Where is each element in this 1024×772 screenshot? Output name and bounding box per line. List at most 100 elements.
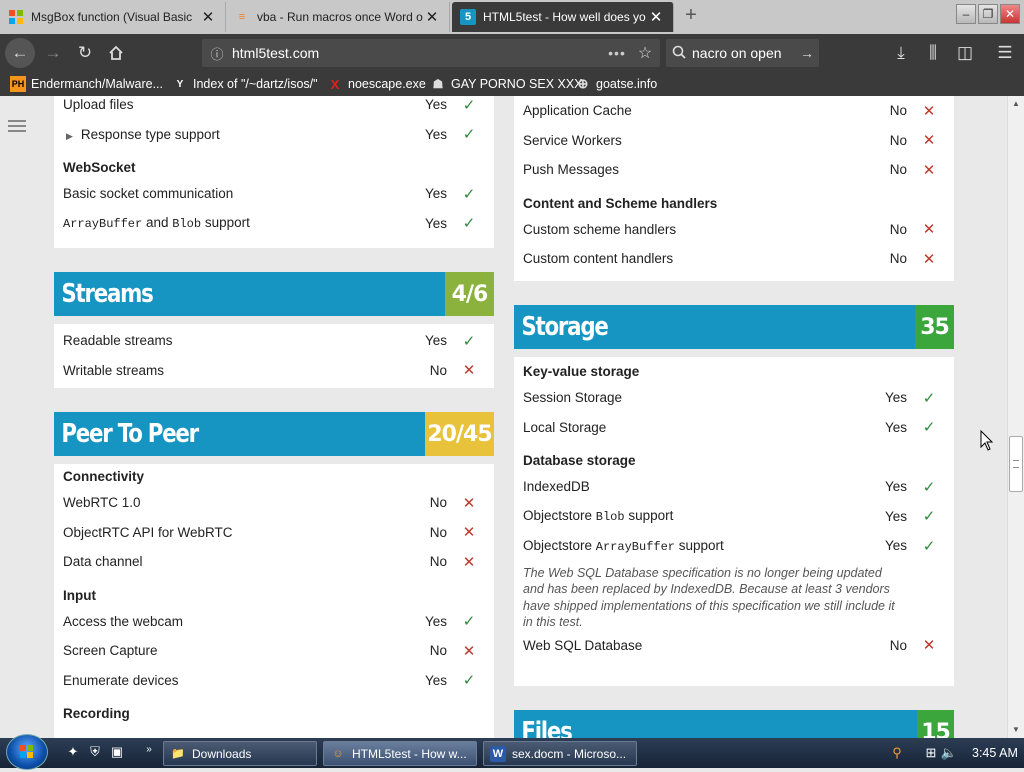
home-button[interactable] (103, 40, 129, 66)
feature-row: Service Workers No ✕ (523, 126, 945, 156)
tab-close-icon[interactable]: ✕ (423, 8, 441, 26)
word-icon: W (490, 745, 506, 762)
check-icon: ✓ (462, 215, 476, 233)
restore-button[interactable]: ❐ (978, 4, 998, 24)
check-icon: ✓ (462, 672, 476, 690)
forward-button[interactable]: → (40, 40, 66, 66)
group-heading: Connectivity (63, 469, 145, 484)
bookmark-star-icon[interactable]: ☆ (630, 43, 660, 63)
feature-label: Objectstore (523, 537, 596, 553)
feature-row: Local Storage Yes ✓ (523, 413, 945, 443)
scrollbar-thumb[interactable] (1009, 436, 1023, 492)
feature-row: Screen Capture No ✕ (63, 636, 485, 666)
info-icon[interactable]: ⓘ (202, 44, 232, 63)
bookmark-goatse[interactable]: ⊕ goatse.info (575, 75, 658, 93)
feature-row: Access the webcam Yes ✓ (63, 607, 485, 637)
close-window-button[interactable]: ✕ (1000, 4, 1020, 24)
feature-label: Enumerate devices (63, 672, 179, 688)
navigation-toolbar: ← → ↻ ⓘ html5test.com ••• ☆ nacro on ope… (0, 34, 1024, 72)
new-tab-button[interactable]: + (680, 4, 702, 28)
search-input[interactable]: nacro on open (692, 45, 795, 61)
quicklaunch-overflow-icon[interactable]: » (140, 744, 158, 762)
minimize-button[interactable]: – (956, 4, 976, 24)
bookmark-index-dartz[interactable]: Y Index of "/~dartz/isos/" (172, 75, 318, 93)
code-text: Blob (595, 510, 625, 525)
tab-close-icon[interactable]: ✕ (199, 8, 217, 26)
card-streams: Readable streams Yes ✓ Writable streams … (54, 324, 494, 388)
bookmark-endermanch[interactable]: PH Endermanch/Malware... (10, 75, 163, 93)
cross-icon: ✕ (922, 132, 936, 150)
feature-value: No (889, 221, 907, 237)
bookmark-label: noescape.exe (348, 77, 426, 91)
feature-label: Screen Capture (63, 643, 158, 659)
library-icon: ⫼ (929, 43, 937, 62)
address-bar[interactable]: ⓘ html5test.com ••• ☆ (202, 39, 660, 67)
scroll-up-icon[interactable]: ▲ (1008, 96, 1024, 112)
quicklaunch-shield-icon[interactable]: ⛨ (86, 744, 104, 762)
vertical-scrollbar[interactable]: ▲ ▼ (1007, 96, 1024, 738)
site-menu-icon[interactable] (8, 120, 26, 132)
downloads-button[interactable]: ⤓ (888, 40, 914, 66)
taskbar-button-downloads[interactable]: 📁 Downloads (163, 741, 317, 766)
bookmark-label: Index of "/~dartz/isos/" (193, 77, 318, 91)
arrow-right-icon: → (44, 43, 62, 62)
feature-row-expandable[interactable]: ▶ Response type support Yes ✓ (63, 120, 485, 150)
search-bar[interactable]: nacro on open → (666, 39, 819, 67)
menu-button[interactable]: ☰ (992, 40, 1018, 66)
network-icon[interactable]: ⊞ (922, 745, 940, 761)
code-text: ArrayBuffer (63, 217, 143, 232)
scroll-down-icon[interactable]: ▼ (1008, 722, 1024, 738)
group-heading: Key-value storage (523, 364, 640, 379)
firefox-icon: ☺ (332, 747, 344, 760)
section-header-files: Files 15 (514, 710, 954, 738)
feature-row: WebRTC 1.0 No ✕ (63, 488, 485, 518)
check-icon: ✓ (462, 185, 476, 203)
tab-html5test[interactable]: 5 HTML5test - How well does yo ✕ (452, 2, 674, 32)
bookmark-gay-porno[interactable]: ☗ GAY PORNO SEX XXX (430, 75, 583, 93)
feature-value: Yes (884, 538, 907, 554)
page-content: Upload files Yes ✓ ▶ Response type suppor… (0, 96, 1007, 738)
quicklaunch-wrench-icon[interactable]: ✦ (64, 744, 82, 762)
volume-muted-icon[interactable]: 🔈 (940, 745, 958, 761)
section-title: Storage (521, 312, 608, 342)
bookmark-noescape[interactable]: X noescape.exe (327, 75, 426, 93)
section-score: 4/6 (445, 272, 494, 316)
library-button[interactable]: ⫼ (920, 40, 946, 66)
search-go-icon[interactable]: → (795, 45, 819, 61)
feature-row: Custom content handlers No ✕ (523, 244, 945, 274)
cross-icon: ✕ (462, 642, 476, 660)
download-icon: ⤓ (897, 43, 905, 62)
tab-close-icon[interactable]: ✕ (647, 8, 665, 26)
tab-title: MsgBox function (Visual Basic (31, 10, 193, 24)
back-button[interactable]: ← (5, 38, 35, 68)
reload-button[interactable]: ↻ (72, 40, 98, 66)
feature-value: Yes (884, 390, 907, 406)
feature-row: Push Messages No ✕ (523, 155, 945, 185)
feature-label: Application Cache (523, 103, 632, 119)
expand-triangle-icon[interactable]: ▶ (66, 131, 73, 142)
feature-value: No (889, 162, 907, 178)
feature-value: No (429, 362, 447, 378)
taskbar-button-firefox[interactable]: ☺ HTML5test - How w... (323, 741, 477, 766)
feature-row: IndexedDB Yes ✓ (523, 472, 945, 502)
tab-vba[interactable]: ≡ vba - Run macros once Word o ✕ (226, 2, 450, 32)
feature-row: Session Storage Yes ✓ (523, 383, 945, 413)
quicklaunch-monitor-icon[interactable]: ▣ (108, 744, 126, 762)
tab-msgbox[interactable]: MsgBox function (Visual Basic ✕ (0, 2, 226, 32)
search-tray-icon[interactable]: ⚲ (888, 745, 906, 761)
taskbar-button-word[interactable]: W sex.docm - Microso... (483, 741, 637, 766)
start-button[interactable] (6, 734, 48, 770)
mouse-cursor-icon (980, 430, 994, 451)
feature-label: Upload files (63, 97, 134, 113)
bookmark-label: goatse.info (596, 77, 658, 91)
feature-value: Yes (424, 126, 447, 142)
feature-row: Upload files Yes ✓ (63, 96, 485, 120)
page-actions-icon[interactable]: ••• (604, 45, 630, 61)
x-icon: X (330, 76, 340, 92)
html5-logo-icon: 5 (460, 9, 476, 25)
feature-label: and (142, 215, 173, 231)
sidebar-button[interactable]: ◫ (952, 40, 978, 66)
clock[interactable]: 3:45 AM (972, 746, 1018, 760)
check-icon: ✓ (922, 537, 936, 555)
url-text[interactable]: html5test.com (232, 45, 604, 61)
